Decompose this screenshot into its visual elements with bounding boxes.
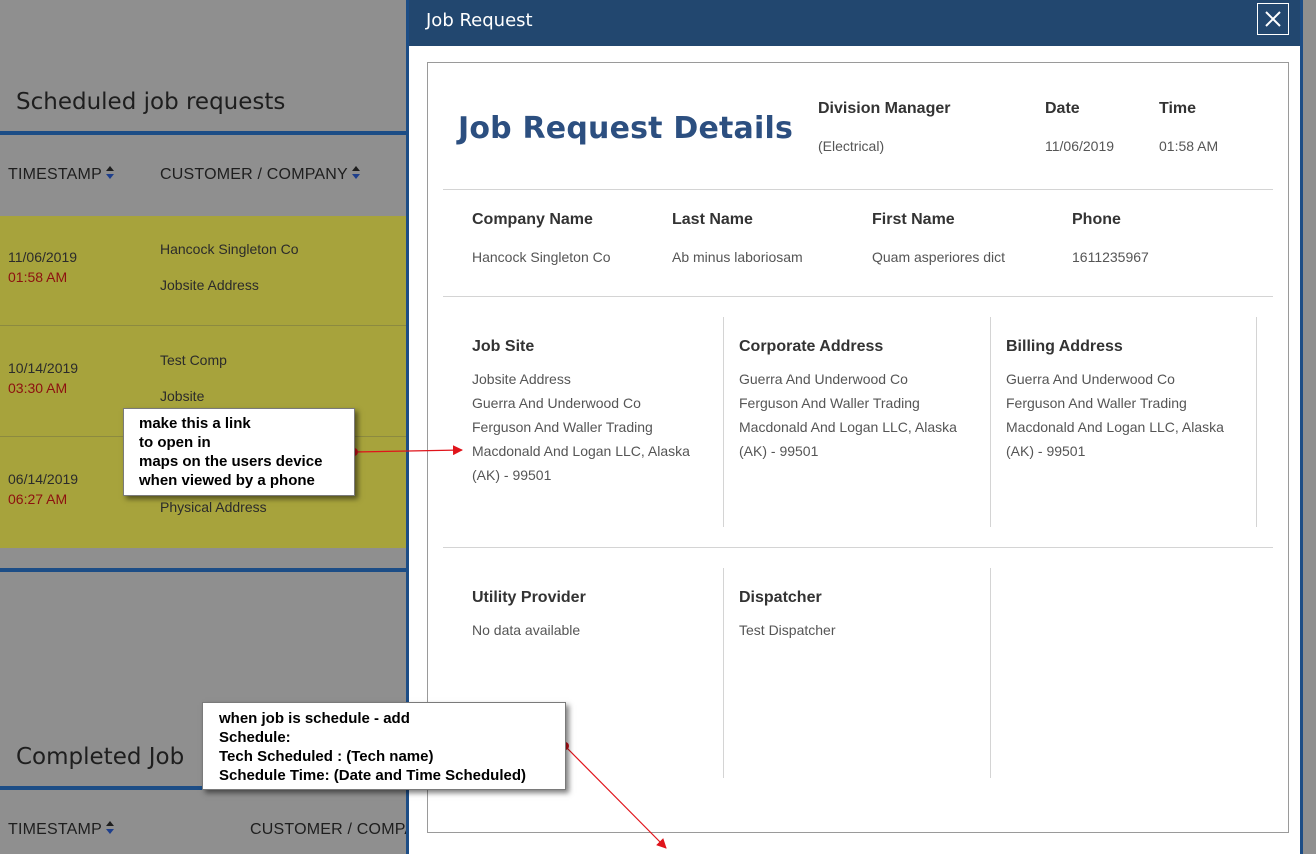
section-divider [0, 131, 410, 135]
divider [443, 189, 1273, 190]
scheduled-job-table: 11/06/2019 01:58 AM Hancock Singleton Co… [0, 216, 410, 548]
divider [443, 547, 1273, 548]
first-name-label: First Name [872, 211, 955, 228]
last-name-label: Last Name [672, 211, 753, 228]
annotation-link-note: make this a link to open in maps on the … [123, 408, 355, 496]
column-divider [990, 568, 991, 778]
column-divider [990, 317, 991, 527]
note-line: Tech Scheduled : (Tech name) [219, 748, 434, 765]
sort-icon[interactable] [105, 821, 115, 835]
note-line: Schedule: [219, 729, 291, 746]
note-line: make this a link [139, 415, 251, 432]
address-line: (AK) - 99501 [472, 467, 552, 483]
corporate-address: Guerra And Underwood Co Ferguson And Wal… [739, 367, 957, 463]
date-value: 11/06/2019 [1045, 138, 1115, 154]
timestamp-column-header[interactable]: TIMESTAMP [8, 821, 115, 839]
address-line: Ferguson And Waller Trading [1006, 395, 1187, 411]
address-line: Ferguson And Waller Trading [739, 395, 920, 411]
dispatcher-label: Dispatcher [739, 589, 822, 606]
row-time: 03:30 AM [8, 380, 68, 396]
billing-address: Guerra And Underwood Co Ferguson And Wal… [1006, 367, 1224, 463]
date-label: Date [1045, 100, 1080, 117]
row-address: Physical Address [160, 499, 267, 515]
address-line: (AK) - 99501 [1006, 443, 1086, 459]
division-manager-value: (Electrical) [818, 138, 885, 154]
phone-value: 1611235967 [1072, 249, 1149, 265]
time-label: Time [1159, 100, 1197, 117]
address-line: Macdonald And Logan LLC, Alaska [472, 443, 690, 459]
row-time: 01:58 AM [8, 269, 68, 285]
address-line: Jobsite Address [472, 371, 571, 387]
timestamp-header-label: TIMESTAMP [8, 821, 102, 838]
row-date: 06/14/2019 [8, 471, 79, 487]
address-line: Macdonald And Logan LLC, Alaska [739, 419, 957, 435]
job-site-address[interactable]: Jobsite Address Guerra And Underwood Co … [472, 367, 690, 487]
row-time: 06:27 AM [8, 491, 68, 507]
row-address: Jobsite [160, 388, 205, 404]
address-line: Ferguson And Waller Trading [472, 419, 653, 435]
utility-provider-value: No data available [472, 622, 581, 638]
corporate-address-label: Corporate Address [739, 338, 884, 355]
close-icon [1265, 11, 1281, 27]
row-date: 11/06/2019 [8, 249, 78, 265]
last-name-value: Ab minus laboriosam [672, 249, 803, 265]
annotation-schedule-note: when job is schedule - add Schedule: Tec… [202, 702, 566, 790]
time-value: 01:58 AM [1159, 138, 1219, 154]
note-line: when viewed by a phone [139, 472, 315, 489]
column-divider [1256, 317, 1257, 527]
note-line: Schedule Time: (Date and Time Scheduled) [219, 767, 527, 784]
division-manager-label: Division Manager [818, 100, 951, 117]
company-name-label: Company Name [472, 211, 593, 228]
address-line: Guerra And Underwood Co [472, 395, 641, 411]
customer-header-label: CUSTOMER / COMPA [250, 821, 416, 838]
first-name-value: Quam asperiores dict [872, 249, 1006, 265]
row-company: Hancock Singleton Co [160, 241, 299, 257]
address-line: Guerra And Underwood Co [1006, 371, 1175, 387]
customer-column-header[interactable]: CUSTOMER / COMPANY [160, 166, 361, 184]
dispatcher-value: Test Dispatcher [739, 622, 836, 638]
modal-header: Job Request [409, 0, 1300, 46]
row-date: 10/14/2019 [8, 360, 79, 376]
timestamp-header-label: TIMESTAMP [8, 166, 102, 183]
completed-section-title: Completed Job [16, 744, 185, 770]
customer-header-label: CUSTOMER / COMPANY [160, 166, 348, 183]
sort-icon[interactable] [105, 166, 115, 180]
billing-address-label: Billing Address [1006, 338, 1123, 355]
table-row[interactable]: 11/06/2019 01:58 AM Hancock Singleton Co… [0, 216, 410, 326]
close-button[interactable] [1257, 3, 1289, 35]
divider [443, 296, 1273, 297]
sort-icon[interactable] [351, 166, 361, 180]
scheduled-section-title: Scheduled job requests [16, 89, 286, 115]
section-divider [0, 568, 410, 572]
details-title: Job Request Details [458, 111, 794, 146]
column-divider [723, 568, 724, 778]
column-divider [723, 317, 724, 527]
modal-title: Job Request [426, 10, 533, 31]
row-address: Jobsite Address [160, 277, 259, 293]
phone-label: Phone [1072, 211, 1121, 228]
row-company: Test Comp [160, 352, 227, 368]
customer-column-header[interactable]: CUSTOMER / COMPA [250, 821, 415, 839]
note-line: to open in [139, 434, 211, 451]
address-line: (AK) - 99501 [739, 443, 819, 459]
company-name-value: Hancock Singleton Co [472, 249, 611, 265]
timestamp-column-header[interactable]: TIMESTAMP [8, 166, 115, 184]
note-line: when job is schedule - add [219, 710, 410, 727]
note-line: maps on the users device [139, 453, 323, 470]
address-line: Guerra And Underwood Co [739, 371, 908, 387]
job-site-label: Job Site [472, 338, 535, 355]
address-line: Macdonald And Logan LLC, Alaska [1006, 419, 1224, 435]
utility-provider-label: Utility Provider [472, 589, 586, 606]
